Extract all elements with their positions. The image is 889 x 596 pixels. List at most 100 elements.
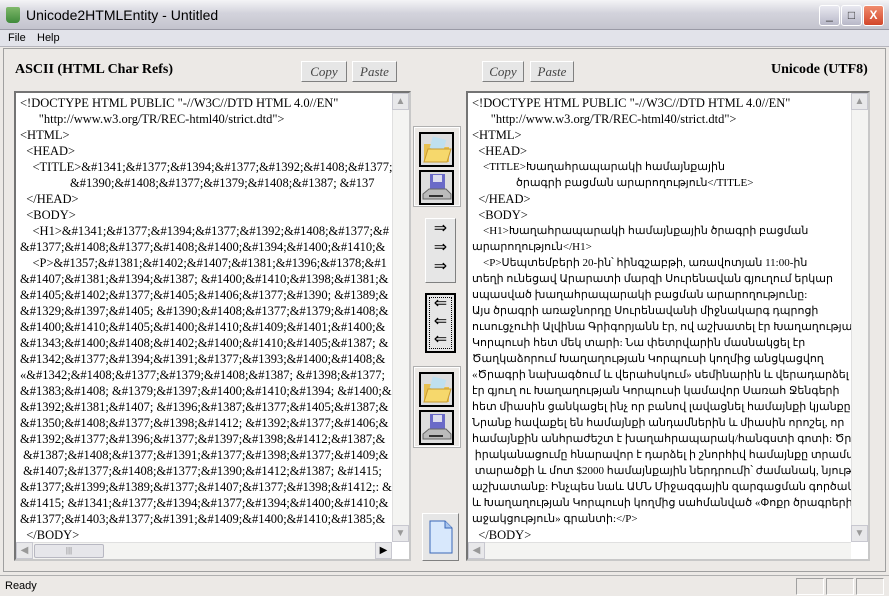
unicode-vertical-scrollbar[interactable]: ▲ ▼	[851, 93, 868, 542]
title-bar: Unicode2HTMLEntity - Untitled _ □ X	[0, 0, 889, 30]
status-text: Ready	[5, 580, 37, 592]
text-line: <HTML>	[472, 128, 522, 142]
app-icon	[6, 7, 20, 23]
text-line: <!DOCTYPE HTML PUBLIC "-//W3C//DTD HTML …	[472, 96, 791, 110]
text-line: Այս ծրագրի առաջնորդը Սուրենավանի միջնակա…	[472, 305, 819, 317]
text-line: <P>&#1357;&#1381;&#1402;&#1407;&#1381;&#…	[20, 256, 387, 270]
open-unicode-button[interactable]	[419, 372, 454, 407]
text-line: <TITLE>&#1341;&#1377;&#1394;&#1377;&#139…	[20, 160, 393, 174]
open-ascii-button[interactable]	[419, 132, 454, 167]
text-line: </BODY>	[472, 528, 532, 542]
text-line: իրականացումը հնարավոր է դարձել ի շնորհիվ…	[472, 449, 870, 461]
minimize-button[interactable]: _	[819, 5, 840, 26]
ascii-file-group	[413, 126, 461, 207]
text-line: &#1350;&#1408;&#1377;&#1398;&#1412; &#13…	[20, 416, 389, 430]
menu-file[interactable]: File	[8, 32, 26, 44]
arrow-right-icon: ⇒	[433, 258, 448, 275]
save-disk-icon	[422, 414, 452, 440]
text-line: &#1392;&#1381;&#1407; &#1396;&#1387;&#13…	[20, 400, 389, 414]
menu-bar: File Help	[0, 30, 889, 47]
arrow-left-icon: ⇐	[433, 313, 448, 330]
convert-to-unicode-button[interactable]: ⇒ ⇒ ⇒	[425, 218, 456, 283]
arrow-left-icon: ⇐	[433, 331, 448, 348]
scroll-thumb[interactable]: |||	[34, 544, 104, 558]
text-line: արարողություն</H1>	[472, 241, 592, 253]
unicode-paste-button[interactable]: Paste	[530, 61, 574, 82]
save-ascii-button[interactable]	[419, 170, 454, 205]
text-line: &#1329;&#1397;&#1405; &#1390;&#1408;&#13…	[20, 304, 389, 318]
text-line: </HEAD>	[472, 192, 531, 206]
text-line: ուսուցչուհի Ալվինա Գրիգորյանն էր, ով աշխ…	[472, 321, 860, 333]
unicode-textarea[interactable]: <!DOCTYPE HTML PUBLIC "-//W3C//DTD HTML …	[466, 91, 870, 561]
text-line: "http://www.w3.org/TR/REC-html40/strict.…	[472, 112, 737, 126]
unicode-text: <!DOCTYPE HTML PUBLIC "-//W3C//DTD HTML …	[472, 95, 870, 559]
arrow-left-icon: ⇐	[433, 295, 448, 312]
text-line: սպասված խաղահրապարակի բացման արարողությո…	[472, 289, 808, 301]
scroll-left-icon[interactable]: ◀	[16, 542, 33, 559]
scroll-left-icon[interactable]: ◀	[468, 542, 485, 559]
status-cell	[826, 578, 854, 595]
scroll-right-icon[interactable]: ▶	[375, 542, 392, 559]
ascii-label: ASCII (HTML Char Refs)	[15, 62, 174, 77]
save-unicode-button[interactable]	[419, 410, 454, 445]
unicode-label: Unicode (UTF8)	[771, 62, 868, 77]
text-line: &#1392;&#1377;&#1396;&#1377;&#1397;&#139…	[20, 432, 386, 446]
text-line: «Ծրագրի նախագծում և վերահսկում» սեմինարի…	[472, 369, 849, 381]
new-document-icon	[429, 520, 452, 554]
text-line: &#1405;&#1402;&#1377;&#1405;&#1406;&#137…	[20, 288, 389, 302]
save-disk-icon	[422, 174, 452, 200]
ascii-text: <!DOCTYPE HTML PUBLIC "-//W3C//DTD HTML …	[20, 95, 392, 559]
text-line: Կորպուսի հետ մեկ տարի: Նա փետրվարին մասն…	[472, 337, 806, 349]
ascii-vertical-scrollbar[interactable]: ▲ ▼	[392, 93, 409, 542]
text-line: հետ միասին ցանկացել ինչ որ բանով լավացնե…	[472, 401, 854, 413]
text-line: &#1377;&#1399;&#1389;&#1377;&#1407;&#137…	[20, 480, 392, 494]
text-line: &#1342;&#1377;&#1394;&#1391;&#1377;&#139…	[20, 352, 386, 366]
scroll-up-icon[interactable]: ▲	[851, 93, 868, 110]
unicode-copy-button[interactable]: Copy	[482, 61, 524, 82]
convert-to-ascii-button[interactable]: ⇐ ⇐ ⇐	[425, 293, 456, 353]
text-line: <HEAD>	[472, 144, 528, 158]
text-line: "http://www.w3.org/TR/REC-html40/strict.…	[20, 112, 285, 126]
text-line: &#1377;&#1403;&#1377;&#1391;&#1409;&#140…	[20, 512, 386, 526]
text-line: համայնքին անհրաժեշտ է խաղահրապարակ/հանգս…	[472, 433, 870, 445]
status-cell	[796, 578, 824, 595]
ascii-horizontal-scrollbar[interactable]: ◀ ||| ▶	[16, 542, 392, 559]
arrow-right-icon: ⇒	[433, 239, 448, 256]
text-line: <TITLE>Խաղահրապարակի համայնքային	[472, 161, 725, 173]
text-line: աջակցություն» գրանտի:</P>	[472, 513, 638, 525]
text-line: &#1407;&#1377;&#1408;&#1377;&#1390;&#141…	[20, 464, 382, 478]
unicode-file-group	[413, 366, 461, 448]
text-line: <HTML>	[20, 128, 70, 142]
text-line: Նրանք հավաքել են համայնքի անդամներին և մ…	[472, 417, 845, 429]
open-folder-icon	[423, 136, 452, 163]
unicode-horizontal-scrollbar[interactable]: ◀	[468, 542, 851, 559]
text-line: &#1383;&#1408; &#1379;&#1397;&#1400;&#14…	[20, 384, 392, 398]
scroll-down-icon[interactable]: ▼	[851, 525, 868, 542]
text-line: &#1377;&#1408;&#1377;&#1408;&#1400;&#139…	[20, 240, 386, 254]
text-line: <H1>Խաղահրապարակի համայնքային ծրագրի բաց…	[472, 225, 809, 237]
text-line: </HEAD>	[20, 192, 79, 206]
text-line: <H1>&#1341;&#1377;&#1394;&#1377;&#1392;&…	[20, 224, 389, 238]
text-line: <BODY>	[20, 208, 76, 222]
window-title: Unicode2HTMLEntity - Untitled	[26, 7, 219, 23]
scroll-down-icon[interactable]: ▼	[392, 525, 409, 542]
text-line: &#1390;&#1408;&#1377;&#1379;&#1408;&#138…	[20, 176, 375, 190]
ascii-paste-button[interactable]: Paste	[352, 61, 397, 82]
ascii-copy-button[interactable]: Copy	[301, 61, 347, 82]
scroll-up-icon[interactable]: ▲	[392, 93, 409, 110]
text-line: «&#1342;&#1408;&#1377;&#1379;&#1408;&#13…	[20, 368, 385, 382]
text-line: աշխատանք: Ինչպես նաև ԱՄՆ Միջազգային զարգ…	[472, 481, 870, 493]
text-line: &#1407;&#1381;&#1394;&#1387; &#1400;&#14…	[20, 272, 389, 286]
text-line: &#1343;&#1400;&#1408;&#1402;&#1400;&#141…	[20, 336, 389, 350]
text-line: տարածքի և մոտ $2000 համայնքային ներդրում…	[472, 465, 870, 477]
ascii-textarea[interactable]: <!DOCTYPE HTML PUBLIC "-//W3C//DTD HTML …	[14, 91, 411, 561]
new-document-button[interactable]	[422, 513, 459, 561]
menu-help[interactable]: Help	[37, 32, 60, 44]
open-folder-icon	[423, 376, 452, 403]
text-line: &#1400;&#1410;&#1405;&#1400;&#1410;&#140…	[20, 320, 386, 334]
maximize-button[interactable]: □	[841, 5, 862, 26]
close-button[interactable]: X	[863, 5, 884, 26]
status-bar: Ready	[0, 575, 889, 596]
text-line: էր գյուղ ու Խաղաղության Կորպուսի կամավոր…	[472, 385, 840, 397]
text-line: </BODY>	[20, 528, 80, 542]
